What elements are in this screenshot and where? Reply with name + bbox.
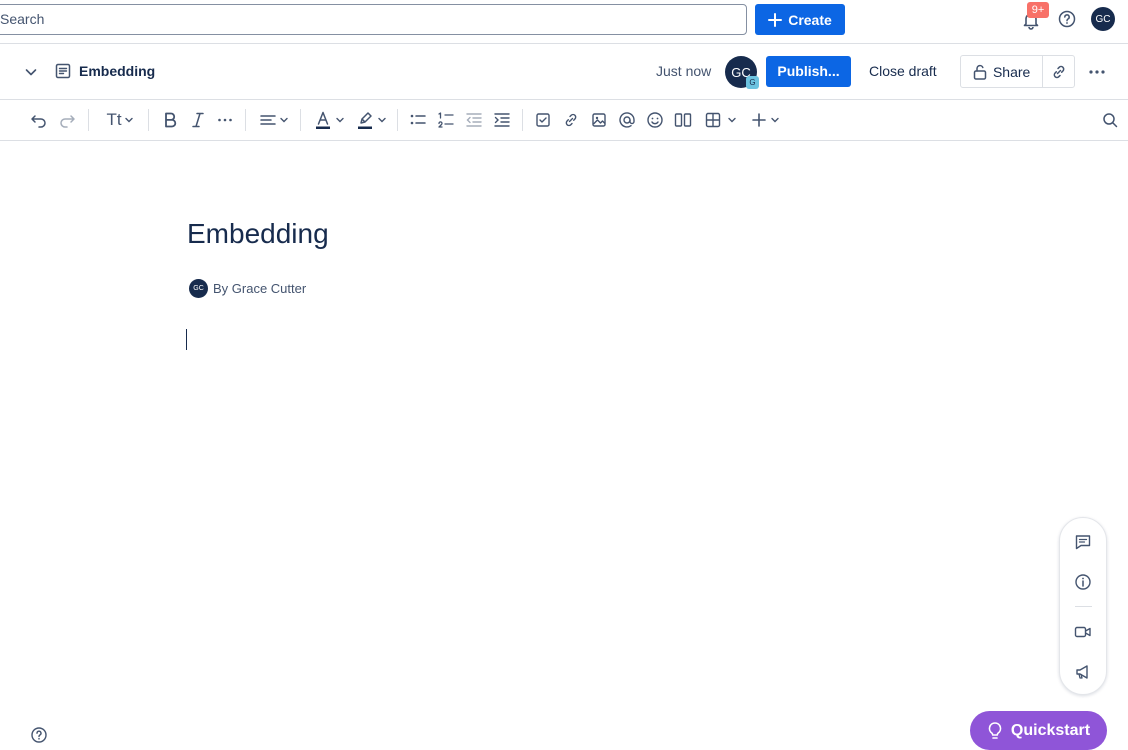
search-input[interactable]: Search [0, 4, 747, 35]
more-options-icon[interactable] [1087, 63, 1107, 81]
top-navigation-bar: Search Create 9+ GC [0, 0, 1128, 40]
share-group: Share [960, 55, 1075, 88]
help-icon[interactable] [1057, 9, 1077, 29]
byline-text: By Grace Cutter [213, 281, 307, 296]
text-color-icon[interactable] [311, 110, 347, 130]
lightbulb-icon [988, 721, 1002, 739]
outdent-icon[interactable] [464, 110, 484, 130]
toolbar-separator [148, 109, 149, 131]
publish-button[interactable]: Publish... [766, 56, 851, 87]
bullet-list-icon[interactable] [408, 110, 428, 130]
indent-icon[interactable] [492, 110, 512, 130]
info-icon[interactable] [1074, 573, 1092, 591]
side-action-panel [1059, 517, 1107, 695]
align-icon[interactable] [256, 110, 292, 130]
notification-count-badge: 9+ [1027, 2, 1049, 18]
redo-icon[interactable] [57, 110, 77, 130]
saved-status: Just now [656, 63, 712, 79]
highlight-icon[interactable] [353, 110, 389, 130]
text-style-icon[interactable]: Tt [102, 110, 138, 130]
announce-icon[interactable] [1074, 663, 1092, 681]
unlock-icon [973, 64, 987, 80]
table-icon[interactable] [701, 110, 741, 130]
page-breadcrumb-title[interactable]: Embedding [79, 63, 155, 79]
collaborator-badge: G [746, 76, 759, 89]
link-icon[interactable] [561, 110, 581, 130]
image-icon[interactable] [589, 110, 609, 130]
toolbar-separator [245, 109, 246, 131]
page-title[interactable]: Embedding [187, 218, 329, 250]
bold-icon[interactable] [160, 110, 180, 130]
text-style-glyph: Tt [106, 110, 122, 129]
plus-icon [768, 12, 783, 27]
byline: GC By Grace Cutter [189, 279, 306, 298]
panel-separator [1075, 606, 1092, 607]
close-draft-button[interactable]: Close draft [869, 63, 937, 79]
italic-icon[interactable] [188, 110, 208, 130]
toolbar-separator [88, 109, 89, 131]
emoji-icon[interactable] [645, 110, 665, 130]
more-formatting-icon[interactable] [215, 110, 235, 130]
quickstart-button[interactable]: Quickstart [970, 711, 1107, 750]
comment-icon[interactable] [1074, 533, 1092, 551]
mention-icon[interactable] [617, 110, 637, 130]
help-icon[interactable] [30, 726, 48, 744]
share-button-label: Share [992, 63, 1031, 80]
link-icon [1053, 65, 1065, 78]
toolbar-separator [300, 109, 301, 131]
user-avatar[interactable]: GC [1091, 7, 1115, 31]
toolbar-separator [522, 109, 523, 131]
divider [0, 140, 1128, 141]
page-header: Embedding Just now GC G Publish... Close… [0, 44, 1128, 99]
layouts-icon[interactable] [673, 110, 693, 130]
task-icon[interactable] [533, 110, 553, 130]
create-button[interactable]: Create [755, 4, 845, 35]
numbered-list-icon[interactable] [436, 110, 456, 130]
author-avatar[interactable]: GC [189, 279, 208, 298]
video-icon[interactable] [1074, 623, 1092, 641]
toolbar-separator [397, 109, 398, 131]
page-icon [55, 63, 71, 79]
editor-toolbar: Tt [0, 100, 1128, 140]
insert-icon[interactable] [748, 110, 782, 130]
undo-icon[interactable] [29, 110, 49, 130]
copy-link-button[interactable] [1043, 56, 1074, 87]
chevron-down-icon[interactable] [22, 63, 40, 81]
quickstart-label: Quickstart [1010, 721, 1091, 739]
text-cursor [186, 329, 187, 350]
share-button[interactable]: Share [961, 56, 1044, 87]
find-icon[interactable] [1100, 110, 1120, 130]
create-button-label: Create [788, 11, 832, 28]
